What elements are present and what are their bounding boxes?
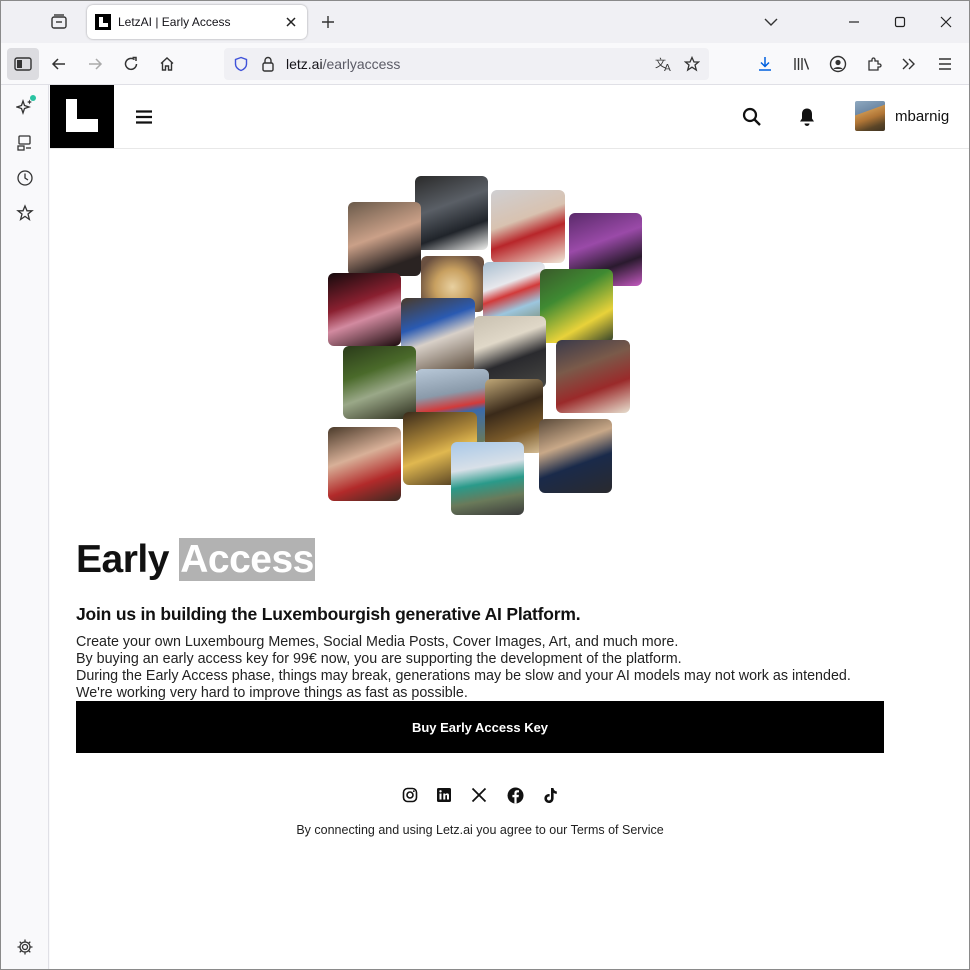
ai-chatbot-icon[interactable] [11, 93, 39, 121]
overflow-icon[interactable] [893, 48, 925, 80]
letzai-logo[interactable] [50, 85, 114, 148]
collage-image [540, 269, 613, 343]
chevron-down-icon[interactable] [757, 9, 785, 35]
terms-notice[interactable]: By connecting and using Letz.ai you agre… [50, 823, 910, 837]
description-paragraph: Create your own Luxembourg Memes, Social… [76, 634, 851, 702]
svg-text:A: A [664, 63, 671, 72]
instagram-icon[interactable] [400, 785, 420, 805]
collage-image [556, 340, 630, 413]
bell-icon[interactable] [795, 105, 819, 129]
avatar[interactable] [855, 101, 885, 131]
star-icon[interactable] [681, 53, 703, 75]
collage-image [328, 273, 401, 346]
history-icon[interactable] [11, 164, 39, 192]
search-icon[interactable] [740, 105, 764, 129]
url-bar[interactable]: letz.ai/earlyaccess 文A [224, 48, 709, 80]
close-icon[interactable] [279, 10, 303, 34]
tab-strip: LetzAI | Early Access [1, 1, 969, 43]
collage-image [343, 346, 416, 419]
page-title: Early Access [76, 538, 315, 582]
hamburger-menu-icon[interactable] [132, 105, 156, 129]
buy-early-access-button[interactable]: Buy Early Access Key [76, 701, 884, 753]
home-icon[interactable] [151, 48, 183, 80]
tiktok-icon[interactable] [540, 785, 560, 805]
navigation-toolbar: letz.ai/earlyaccess 文A [1, 43, 969, 85]
collage-image [328, 427, 401, 501]
letzai-favicon [95, 14, 111, 30]
lock-icon[interactable] [257, 53, 279, 75]
extensions-icon[interactable] [858, 48, 890, 80]
download-icon[interactable] [749, 48, 781, 80]
title-word: Early [76, 538, 169, 581]
menu-icon[interactable] [929, 48, 961, 80]
browser-window: LetzAI | Early Access letz.ai/earlyacces… [0, 0, 970, 970]
description-line: By buying an early access key for 99€ no… [76, 651, 682, 667]
active-tab[interactable]: LetzAI | Early Access [87, 5, 307, 39]
forward-icon[interactable] [79, 48, 111, 80]
reload-icon[interactable] [115, 48, 147, 80]
facebook-icon[interactable] [505, 785, 525, 805]
title-highlight-word: Access [179, 538, 315, 581]
browser-sidebar [1, 85, 49, 969]
back-icon[interactable] [43, 48, 75, 80]
linkedin-icon[interactable] [434, 785, 454, 805]
maximize-icon[interactable] [877, 1, 923, 43]
url-text: letz.ai/earlyaccess [286, 56, 401, 72]
collage-image [491, 190, 565, 263]
synced-tabs-icon[interactable] [11, 129, 39, 157]
sidebar-toggle-icon[interactable] [7, 48, 39, 80]
account-icon[interactable] [822, 48, 854, 80]
collage-image [451, 442, 524, 515]
bookmarks-icon[interactable] [11, 199, 39, 227]
settings-icon[interactable] [11, 933, 39, 961]
tab-overview-icon[interactable] [45, 8, 73, 36]
collage-image [348, 202, 421, 276]
site-header: mbarnig [50, 85, 969, 149]
image-collage [326, 176, 646, 518]
tab-title: LetzAI | Early Access [118, 15, 231, 29]
page-content: mbarnig Early Access Join us in building… [50, 85, 969, 969]
username[interactable]: mbarnig [895, 108, 949, 125]
notification-dot [30, 95, 36, 101]
minimize-icon[interactable] [831, 1, 877, 43]
page-subtitle: Join us in building the Luxembourgish ge… [76, 604, 581, 624]
shield-icon[interactable] [230, 53, 252, 75]
description-line: During the Early Access phase, things ma… [76, 668, 851, 684]
collage-image [539, 419, 612, 493]
description-line: We're working very hard to improve thing… [76, 685, 468, 701]
plus-icon[interactable] [315, 9, 341, 35]
translate-icon[interactable]: 文A [653, 53, 675, 75]
description-line: Create your own Luxembourg Memes, Social… [76, 634, 679, 650]
collage-image [415, 176, 488, 250]
library-icon[interactable] [786, 48, 818, 80]
close-window-icon[interactable] [923, 1, 969, 43]
collage-image [483, 262, 545, 324]
x-icon[interactable] [469, 785, 489, 805]
